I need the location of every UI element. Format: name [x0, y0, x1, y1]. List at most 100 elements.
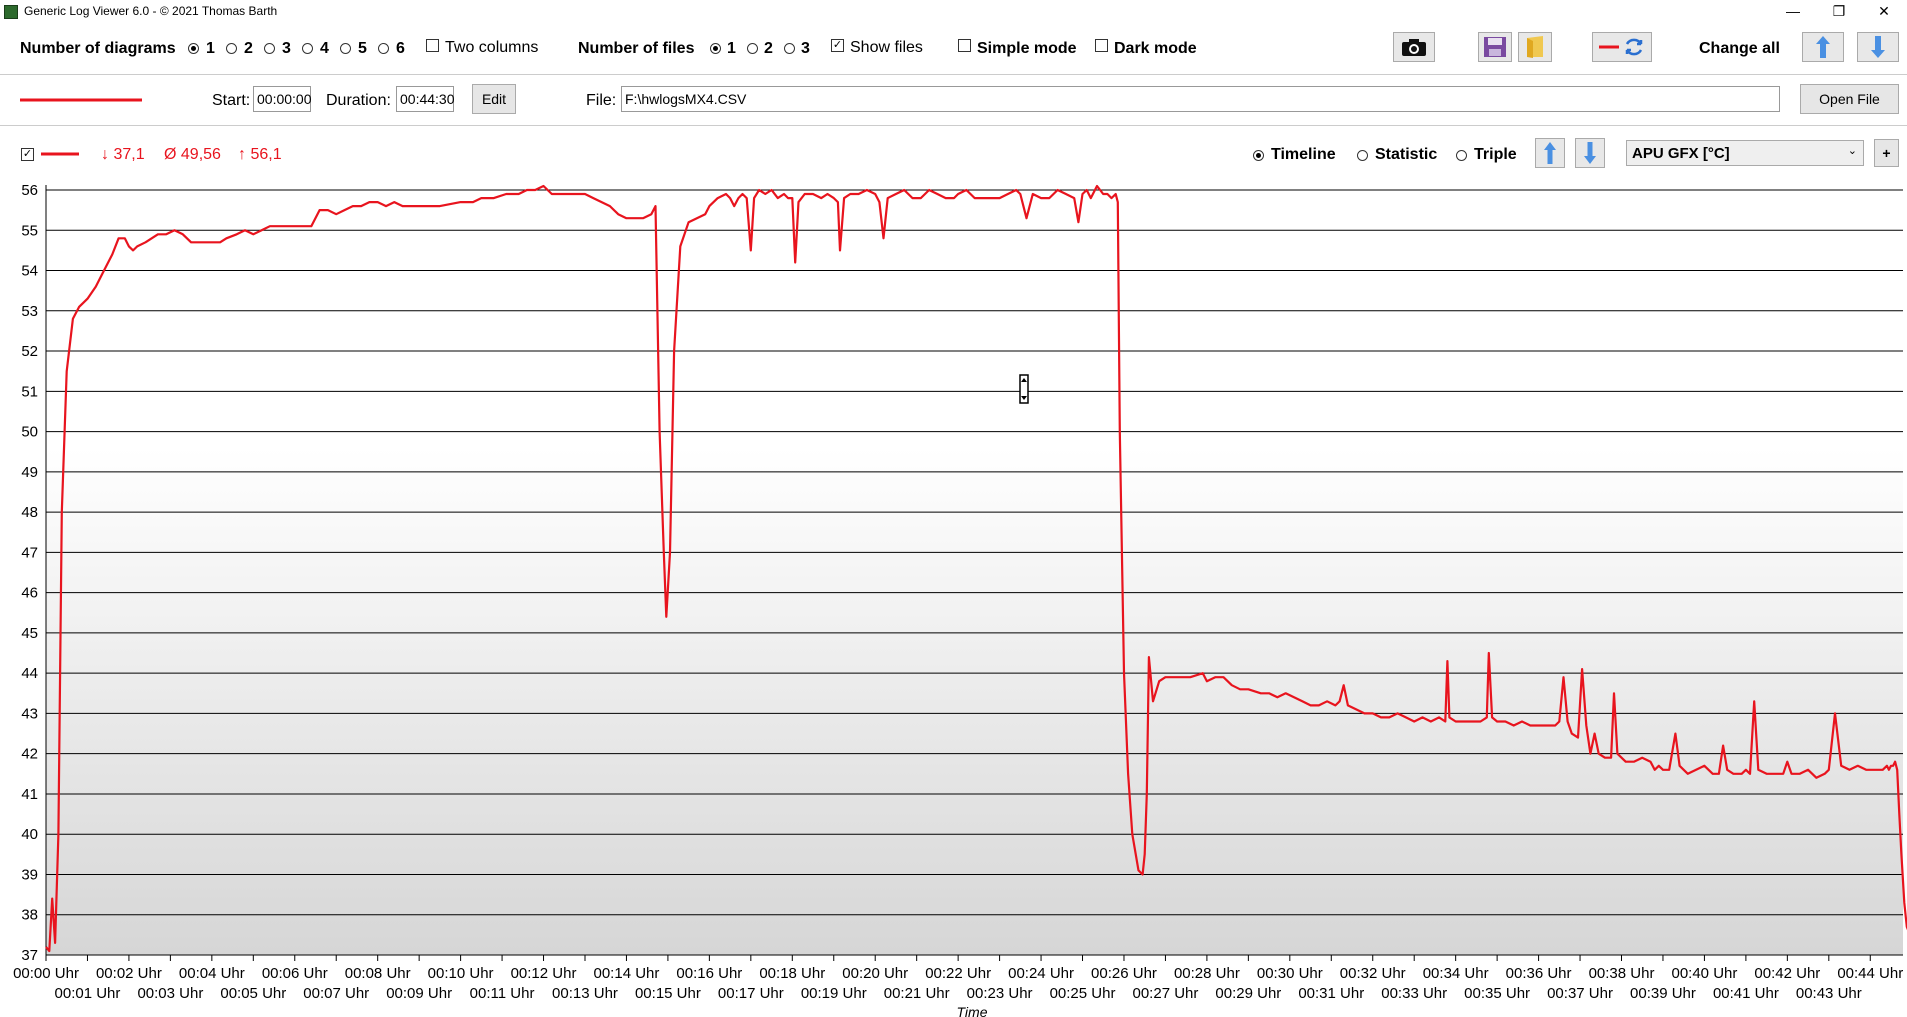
- triple-label: Triple: [1474, 146, 1517, 163]
- floppy-disk-icon: [1484, 37, 1506, 57]
- series-color-swatch[interactable]: [40, 151, 80, 157]
- restore-button[interactable]: ❐: [1816, 0, 1862, 22]
- timeline-radio[interactable]: [1253, 150, 1264, 161]
- dark-mode-checkbox[interactable]: [1095, 39, 1108, 52]
- camera-button[interactable]: [1393, 32, 1435, 62]
- diagram-radio-5-label: 5: [358, 40, 367, 57]
- x-tick-label: 00:26 Uhr: [1091, 965, 1157, 982]
- x-tick-label: 00:04 Uhr: [179, 965, 245, 982]
- x-tick-label: 00:40 Uhr: [1671, 965, 1737, 982]
- start-label: Start:: [212, 92, 251, 109]
- x-tick-label: 00:06 Uhr: [262, 965, 328, 982]
- series-visible-checkbox[interactable]: ✓: [21, 148, 34, 161]
- x-tick-label: 00:32 Uhr: [1340, 965, 1406, 982]
- arrow-down-icon: [1871, 36, 1885, 58]
- y-tick-label: 37: [21, 947, 38, 964]
- color-swap-icon: [1599, 38, 1643, 56]
- timeline-chart[interactable]: 56 55 54 53 52 51 50 49 48 47 46 45 44 43 42 41 40 39 38 37…: [0, 175, 1907, 1017]
- swap-color-button[interactable]: [1592, 32, 1652, 62]
- file-radio-3[interactable]: [784, 43, 795, 54]
- y-tick-label: 53: [21, 303, 38, 320]
- x-tick-label: 00:00 Uhr: [13, 965, 79, 982]
- minimize-button[interactable]: —: [1770, 0, 1816, 22]
- x-tick-label: 00:07 Uhr: [303, 985, 369, 1002]
- duration-label: Duration:: [326, 92, 391, 109]
- plot-background: [46, 175, 1903, 955]
- edit-button[interactable]: Edit: [472, 84, 516, 114]
- move-down-all-button[interactable]: [1857, 32, 1899, 62]
- x-tick-label: 00:17 Uhr: [718, 985, 784, 1002]
- diagram-radio-4[interactable]: [302, 43, 313, 54]
- x-tick-label: 00:05 Uhr: [220, 985, 286, 1002]
- timeline-label: Timeline: [1271, 146, 1336, 163]
- two-columns-label: Two columns: [445, 39, 539, 56]
- diagram-radio-1-label: 1: [206, 40, 215, 57]
- x-tick-label: 00:28 Uhr: [1174, 965, 1240, 982]
- y-tick-label: 43: [21, 705, 38, 722]
- x-tick-label: 00:01 Uhr: [55, 985, 121, 1002]
- x-axis-ticks: 00:00 Uhr 00:02 Uhr 00:04 Uhr 00:06 Uhr 00:0…: [13, 955, 1903, 1002]
- two-columns-checkbox[interactable]: [426, 39, 439, 52]
- file-radio-2[interactable]: [747, 43, 758, 54]
- x-tick-label: 00:02 Uhr: [96, 965, 162, 982]
- diagram-radio-5[interactable]: [340, 43, 351, 54]
- sensor-select[interactable]: APU GFX [°C] ⌄: [1626, 140, 1864, 166]
- x-tick-label: 00:22 Uhr: [925, 965, 991, 982]
- move-up-all-button[interactable]: [1802, 32, 1844, 62]
- simple-mode-checkbox[interactable]: [958, 39, 971, 52]
- file-radio-1[interactable]: [710, 43, 721, 54]
- simple-mode-label: Simple mode: [977, 40, 1077, 57]
- duration-input[interactable]: 00:44:30: [396, 86, 455, 112]
- x-tick-label: 00:42 Uhr: [1754, 965, 1820, 982]
- diagram-move-down-button[interactable]: [1575, 138, 1605, 168]
- chevron-down-icon: ⌄: [1847, 145, 1857, 157]
- file-path-input[interactable]: F:\hwlogsMX4.CSV: [621, 86, 1780, 112]
- statistic-label: Statistic: [1375, 146, 1438, 163]
- y-tick-label: 52: [21, 343, 38, 360]
- window-title: Generic Log Viewer 6.0 - © 2021 Thomas B…: [24, 4, 278, 18]
- y-tick-label: 49: [21, 464, 38, 481]
- y-tick-label: 41: [21, 786, 38, 803]
- x-tick-label: 00:41 Uhr: [1713, 985, 1779, 1002]
- statistic-radio[interactable]: [1357, 150, 1368, 161]
- diagram-radio-2[interactable]: [226, 43, 237, 54]
- show-files-label: Show files: [850, 39, 923, 56]
- y-tick-label: 56: [21, 182, 38, 199]
- x-tick-label: 00:03 Uhr: [137, 985, 203, 1002]
- x-tick-label: 00:25 Uhr: [1050, 985, 1116, 1002]
- y-tick-label: 38: [21, 907, 38, 924]
- y-tick-label: 51: [21, 383, 38, 400]
- x-tick-label: 00:21 Uhr: [884, 985, 950, 1002]
- start-input[interactable]: 00:00:00: [253, 86, 312, 112]
- x-tick-label: 00:39 Uhr: [1630, 985, 1696, 1002]
- y-tick-label: 39: [21, 866, 38, 883]
- file-row: Start: 00:00:00 Duration: 00:44:30 Edit …: [0, 75, 1907, 125]
- x-tick-label: 00:24 Uhr: [1008, 965, 1074, 982]
- change-all-label: Change all: [1699, 40, 1780, 57]
- open-file-button[interactable]: Open File: [1800, 84, 1899, 114]
- y-tick-label: 40: [21, 826, 38, 843]
- save-button[interactable]: [1478, 32, 1512, 62]
- diagram-radio-2-label: 2: [244, 40, 253, 57]
- x-tick-label: 00:15 Uhr: [635, 985, 701, 1002]
- diagram-move-up-button[interactable]: [1535, 138, 1565, 168]
- y-tick-label: 54: [21, 263, 38, 280]
- show-files-checkbox[interactable]: ✓: [831, 39, 844, 52]
- x-tick-label: 00:16 Uhr: [676, 965, 742, 982]
- x-tick-label: 00:35 Uhr: [1464, 985, 1530, 1002]
- add-sensor-button[interactable]: +: [1874, 139, 1899, 167]
- diagram-radio-1[interactable]: [188, 43, 199, 54]
- open-folder-button[interactable]: [1518, 32, 1552, 62]
- diagram-radio-4-label: 4: [320, 40, 329, 57]
- x-tick-label: 00:14 Uhr: [594, 965, 660, 982]
- close-button[interactable]: ✕: [1861, 0, 1907, 22]
- arrow-up-icon: [1816, 36, 1830, 58]
- avg-value: Ø 49,56: [164, 146, 221, 163]
- triple-radio[interactable]: [1456, 150, 1467, 161]
- diagram-radio-6[interactable]: [378, 43, 389, 54]
- y-tick-label: 44: [21, 665, 38, 682]
- series-line-swatch[interactable]: [18, 97, 144, 103]
- y-tick-label: 42: [21, 746, 38, 763]
- diagram-radio-3[interactable]: [264, 43, 275, 54]
- file-radio-1-label: 1: [727, 40, 736, 57]
